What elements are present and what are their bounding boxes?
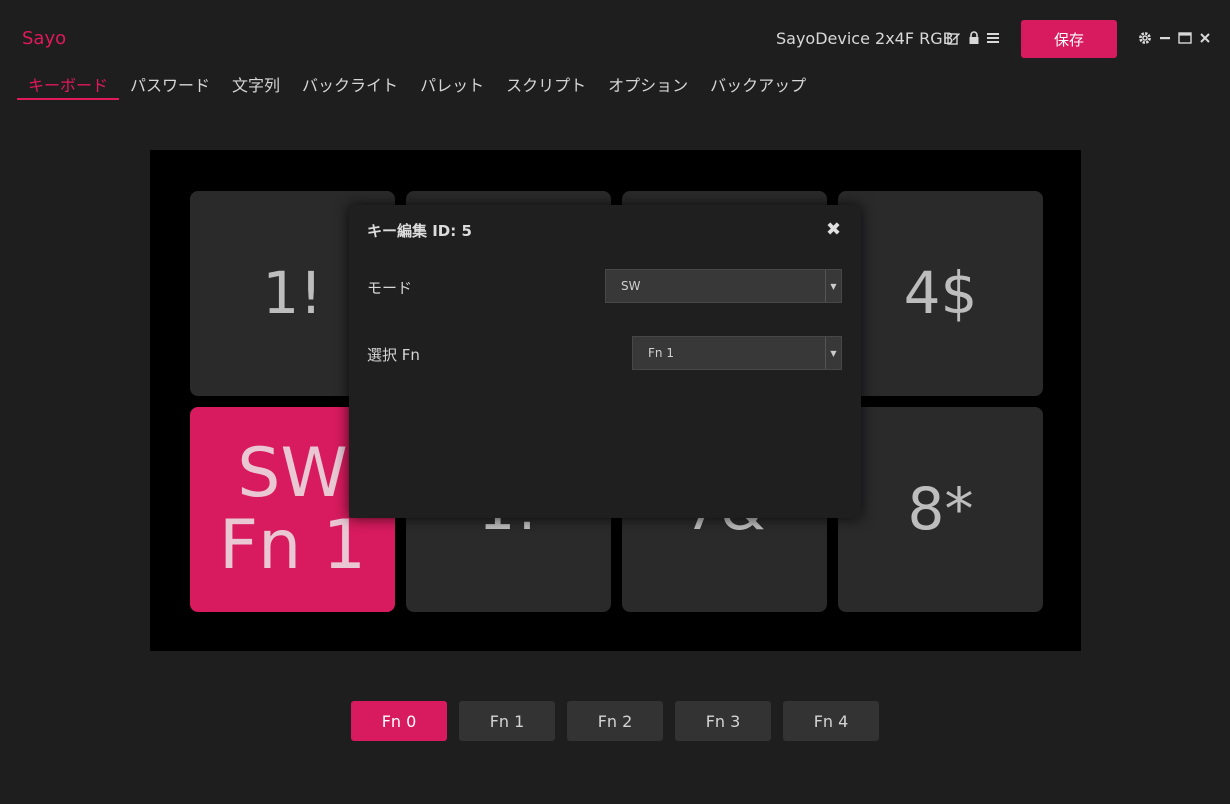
close-icon[interactable]: [1197, 30, 1213, 46]
tab-backlight[interactable]: バックライト: [291, 68, 409, 100]
key-edit-dialog: キー編集 ID: 5 ✖ モード SW ▼ 選択 Fn Fn 1 ▼: [349, 205, 861, 518]
key-label: Fn 1: [218, 505, 367, 585]
gear-icon[interactable]: [1137, 30, 1153, 46]
minimize-icon[interactable]: [1157, 30, 1173, 46]
fn-layer-3-button[interactable]: Fn 3: [675, 701, 771, 741]
menu-icon[interactable]: [985, 30, 1001, 46]
mode-label: モード: [367, 279, 413, 297]
maximize-icon[interactable]: [1177, 30, 1193, 46]
key-label: 4$: [903, 259, 978, 328]
app-logo: Sayo: [22, 28, 67, 49]
fn-layer-2-button[interactable]: Fn 2: [567, 701, 663, 741]
tab-script[interactable]: スクリプト: [495, 68, 597, 100]
title-bar: Sayo SayoDevice 2x4F RGB 保存: [0, 0, 1230, 66]
tab-palette[interactable]: パレット: [409, 68, 495, 100]
fn-layer-4-button[interactable]: Fn 4: [783, 701, 879, 741]
close-icon[interactable]: ✖: [826, 219, 841, 240]
dialog-title: キー編集 ID: 5: [367, 222, 472, 240]
fn-layer-1-button[interactable]: Fn 1: [459, 701, 555, 741]
tab-text[interactable]: 文字列: [221, 68, 291, 100]
mode-select-value: SW: [621, 279, 641, 293]
fn-select-value: Fn 1: [648, 346, 674, 360]
tab-backup[interactable]: バックアップ: [699, 68, 817, 100]
fn-layer-0-button[interactable]: Fn 0: [351, 701, 447, 741]
key-4[interactable]: 4$: [838, 191, 1043, 396]
tab-options[interactable]: オプション: [597, 68, 699, 100]
main-tabs: キーボード パスワード 文字列 バックライト パレット スクリプト オプション …: [17, 68, 817, 100]
key-label: SW: [237, 434, 348, 514]
chevron-down-icon: ▼: [825, 337, 841, 369]
lock-icon[interactable]: [966, 30, 982, 46]
tab-password[interactable]: パスワード: [119, 68, 221, 100]
tab-keyboard[interactable]: キーボード: [17, 68, 120, 100]
fn-layer-selector: Fn 0 Fn 1 Fn 2 Fn 3 Fn 4: [351, 701, 879, 741]
fn-select-label: 選択 Fn: [367, 346, 420, 364]
edit-icon[interactable]: [946, 30, 962, 46]
key-8[interactable]: 8*: [838, 407, 1043, 612]
fn-select[interactable]: Fn 1 ▼: [632, 336, 842, 370]
key-label: 8*: [907, 475, 974, 544]
chevron-down-icon: ▼: [825, 270, 841, 302]
key-label: 1!: [262, 259, 323, 328]
save-button[interactable]: 保存: [1021, 20, 1117, 58]
device-name: SayoDevice 2x4F RGB: [776, 29, 954, 48]
mode-select[interactable]: SW ▼: [605, 269, 842, 303]
